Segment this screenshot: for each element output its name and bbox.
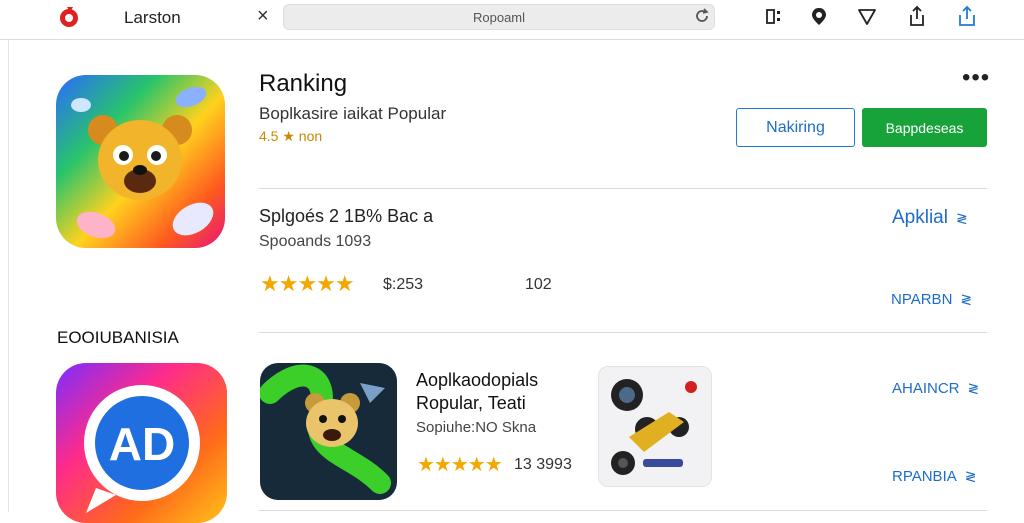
share-icon[interactable] (906, 5, 928, 27)
app-title: Larston (124, 8, 181, 27)
chevron-icon: ≷ (967, 380, 980, 396)
reload-icon[interactable] (693, 7, 711, 25)
tile-subtitle: Sopiuhe:NO Skna (416, 419, 537, 436)
game-app-icon[interactable] (260, 363, 397, 500)
row-title: Splgoés 2 1B% Bac a (259, 206, 434, 226)
rpanbia-link-label: RPANBIA (892, 468, 957, 485)
top-toolbar: Larston × (0, 0, 1024, 40)
chevron-icon: ≷ (955, 210, 968, 226)
upload-icon[interactable] (956, 5, 978, 27)
star-rating: ★★★★★ (417, 454, 503, 476)
npar-link-label: NPARBN (891, 291, 953, 308)
divider (259, 332, 987, 333)
address-bar[interactable] (283, 4, 715, 30)
page-title: Ranking (259, 70, 348, 97)
location-pin-icon[interactable] (808, 5, 830, 27)
tile-title: Aoplkaodopials Ropular, Teati (416, 370, 539, 413)
apply-link[interactable]: Apklial ≷ (892, 207, 968, 229)
more-options-icon[interactable]: ••• (962, 64, 990, 92)
chevron-icon: ≷ (960, 291, 973, 307)
heart-icon[interactable] (856, 5, 878, 27)
left-border (8, 40, 9, 512)
featured-subtitle: Boplkasire iaikat Popular (259, 104, 447, 123)
grid-icon[interactable] (764, 5, 786, 27)
ad-icon-text: AD (109, 418, 175, 470)
section-heading: EOOIUBANISIA (57, 328, 179, 347)
row-count: 102 (525, 276, 552, 293)
divider (259, 188, 987, 189)
get-button[interactable]: Bappdeseas (862, 108, 987, 147)
ahainc-link-label: AHAINCR (892, 380, 960, 397)
logo-icon[interactable] (58, 5, 80, 29)
star-rating: ★★★★★ (260, 271, 355, 296)
ranking-button[interactable]: Nakiring (736, 108, 855, 147)
rpanbia-link[interactable]: RPANBIA ≷ (892, 468, 976, 485)
npar-link[interactable]: NPARBN ≷ (891, 291, 972, 308)
row-price: $:253 (383, 276, 424, 293)
divider (259, 510, 987, 511)
tile-count: 13 3993 (514, 456, 572, 473)
ahainc-link[interactable]: AHAINCR ≷ (892, 380, 979, 397)
apply-link-label: Apklial (892, 207, 948, 228)
gadget-app-icon[interactable] (598, 366, 712, 487)
row-subtitle: Spooands 1093 (259, 233, 372, 250)
close-icon[interactable]: × (257, 5, 269, 28)
address-input[interactable] (284, 5, 714, 29)
chevron-icon: ≷ (964, 468, 977, 484)
featured-rating: 4.5 ★ non (259, 128, 323, 144)
featured-app-icon[interactable] (56, 75, 225, 248)
ad-app-icon[interactable]: AD (56, 363, 227, 523)
